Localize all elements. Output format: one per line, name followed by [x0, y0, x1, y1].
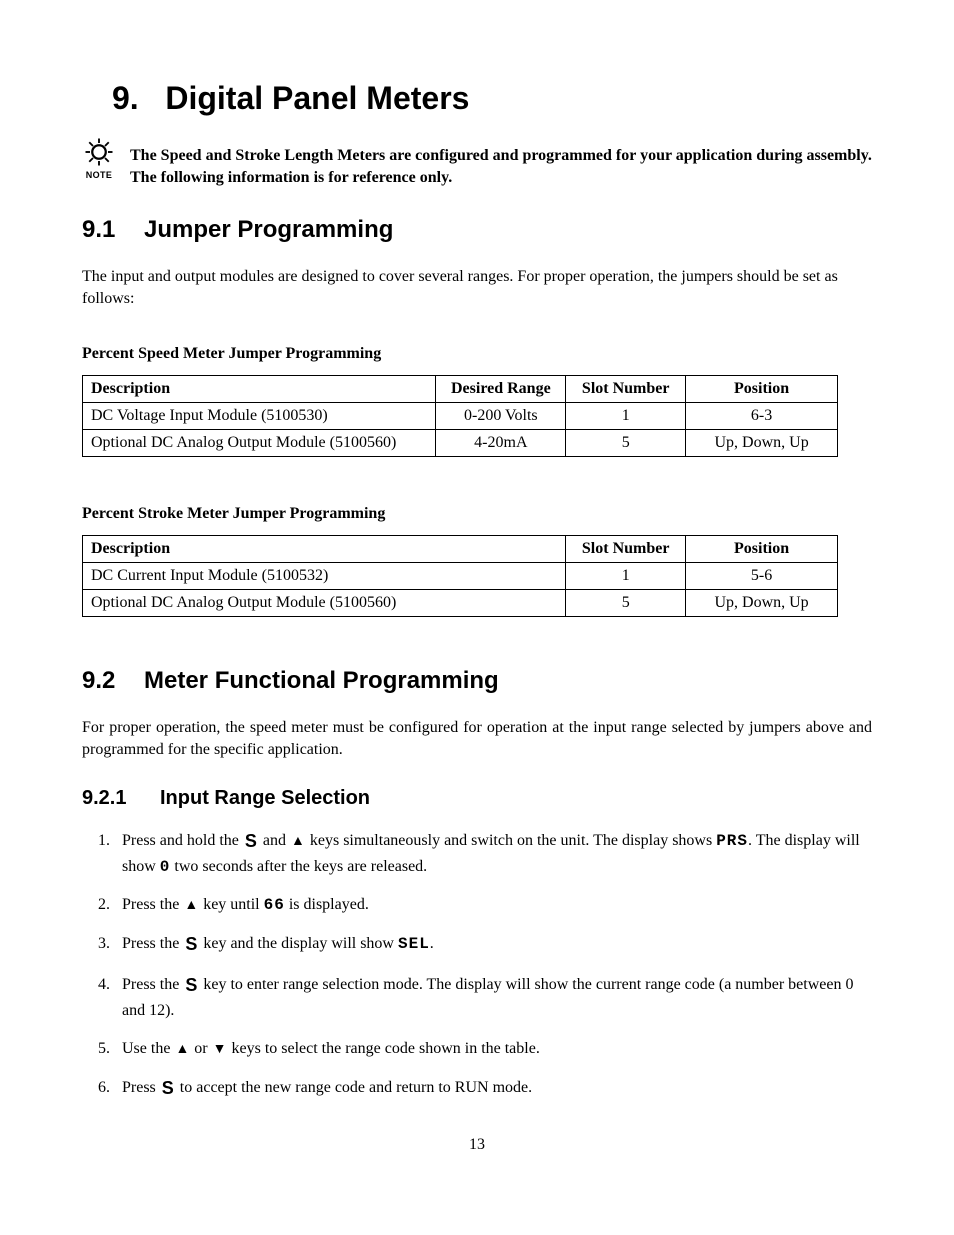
th-description: Description [83, 536, 566, 563]
up-arrow-icon: ▲ [290, 831, 306, 852]
section-9-2-heading: 9.2Meter Functional Programming [82, 667, 872, 695]
table-row: Optional DC Analog Output Module (510056… [83, 590, 838, 617]
td-position: 6-3 [686, 403, 838, 430]
s-key-icon: S [243, 828, 259, 855]
td-slot: 5 [566, 590, 686, 617]
page-number: 13 [82, 1136, 872, 1154]
chapter-heading: 9. Digital Panel Meters [82, 80, 872, 117]
section-9-2-1-heading: 9.2.1Input Range Selection [82, 787, 872, 810]
td-description: DC Current Input Module (5100532) [83, 563, 566, 590]
td-position: 5-6 [686, 563, 838, 590]
section-number: 9.1 [82, 216, 144, 244]
section-9-1-intro: The input and output modules are designe… [82, 266, 872, 309]
table1-title: Percent Speed Meter Jumper Programming [82, 345, 872, 363]
s-key-icon: S [183, 931, 199, 958]
list-item: Press S to accept the new range code and… [114, 1075, 872, 1102]
steps-list: Press and hold the S and ▲ keys simultan… [114, 828, 872, 1102]
td-slot: 1 [566, 403, 686, 430]
td-range: 0-200 Volts [436, 403, 566, 430]
chapter-number: 9. [112, 80, 139, 116]
list-item: Press and hold the S and ▲ keys simultan… [114, 828, 872, 879]
table-header-row: Description Desired Range Slot Number Po… [83, 376, 838, 403]
section-9-1-heading: 9.1Jumper Programming [82, 216, 872, 244]
display-zero: 0 [160, 858, 171, 876]
up-arrow-icon: ▲ [183, 895, 199, 916]
section-title: Input Range Selection [160, 787, 370, 809]
th-slot-number: Slot Number [566, 376, 686, 403]
list-item: Press the S key to enter range selection… [114, 972, 872, 1023]
note-block: NOTE The Speed and Stroke Length Meters … [82, 137, 872, 188]
section-9-2-intro: For proper operation, the speed meter mu… [82, 717, 872, 760]
th-description: Description [83, 376, 436, 403]
display-prs: PRS [716, 832, 748, 850]
note-text: The Speed and Stroke Length Meters are c… [130, 145, 872, 188]
list-item: Press the ▲ key until 66 is displayed. [114, 893, 872, 917]
list-item: Press the S key and the display will sho… [114, 931, 872, 958]
section-number: 9.2 [82, 667, 144, 695]
td-description: DC Voltage Input Module (5100530) [83, 403, 436, 430]
td-description: Optional DC Analog Output Module (510056… [83, 430, 436, 457]
table2-title: Percent Stroke Meter Jumper Programming [82, 505, 872, 523]
note-icon: NOTE [82, 137, 116, 180]
display-66: 66 [264, 896, 285, 914]
up-arrow-icon: ▲ [174, 1039, 190, 1060]
td-position: Up, Down, Up [686, 430, 838, 457]
td-slot: 5 [566, 430, 686, 457]
table-header-row: Description Slot Number Position [83, 536, 838, 563]
th-slot-number: Slot Number [566, 536, 686, 563]
th-desired-range: Desired Range [436, 376, 566, 403]
note-label: NOTE [82, 170, 116, 180]
th-position: Position [686, 536, 838, 563]
th-position: Position [686, 376, 838, 403]
section-title: Meter Functional Programming [144, 667, 499, 694]
td-description: Optional DC Analog Output Module (510056… [83, 590, 566, 617]
display-sel: SEL [398, 935, 430, 953]
table-row: DC Voltage Input Module (5100530) 0-200 … [83, 403, 838, 430]
down-arrow-icon: ▼ [212, 1039, 228, 1060]
s-key-icon: S [160, 1075, 176, 1102]
chapter-title: Digital Panel Meters [165, 80, 469, 116]
section-number: 9.2.1 [82, 787, 160, 810]
section-title: Jumper Programming [144, 216, 393, 243]
td-position: Up, Down, Up [686, 590, 838, 617]
table-stroke-meter: Description Slot Number Position DC Curr… [82, 535, 838, 617]
table-row: DC Current Input Module (5100532) 1 5-6 [83, 563, 838, 590]
s-key-icon: S [183, 972, 199, 999]
td-range: 4-20mA [436, 430, 566, 457]
list-item: Use the ▲ or ▼ keys to select the range … [114, 1037, 872, 1061]
td-slot: 1 [566, 563, 686, 590]
table-speed-meter: Description Desired Range Slot Number Po… [82, 375, 838, 457]
table-row: Optional DC Analog Output Module (510056… [83, 430, 838, 457]
